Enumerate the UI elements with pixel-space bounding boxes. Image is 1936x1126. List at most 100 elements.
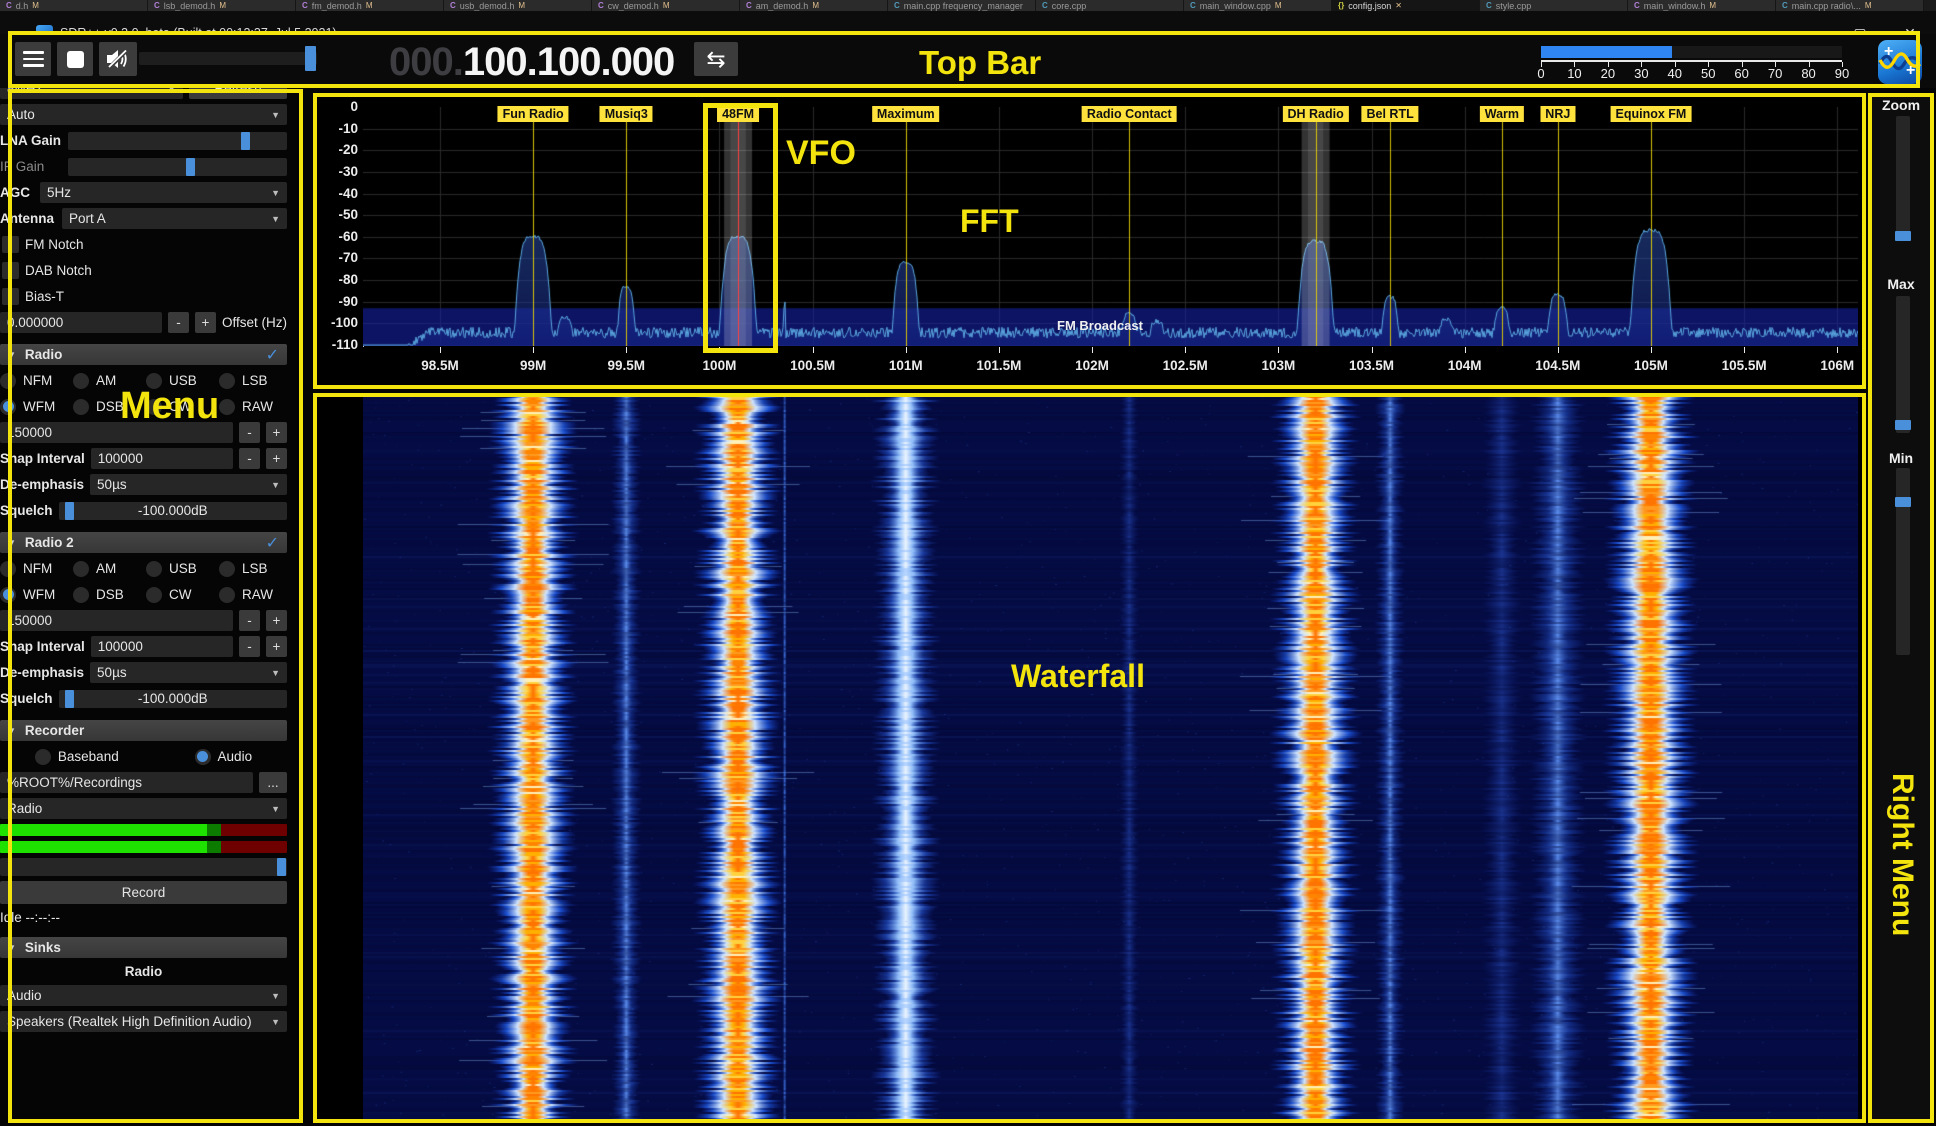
- station-label[interactable]: Maximum: [872, 106, 940, 122]
- mode-NFM[interactable]: NFM: [0, 558, 68, 579]
- radio-button[interactable]: [0, 373, 16, 389]
- radio-button[interactable]: [73, 587, 89, 603]
- mode-DSB[interactable]: DSB: [73, 396, 141, 417]
- editor-tab[interactable]: Cmain.cpp radio\...M: [1776, 0, 1924, 11]
- editor-tab[interactable]: Cam_demod.hM: [740, 0, 888, 11]
- radio-button[interactable]: [219, 561, 235, 577]
- bias-t-checkbox[interactable]: [2, 288, 19, 305]
- vfo-swap-button[interactable]: ⇆: [694, 42, 738, 76]
- titlebar[interactable]: SDR++ v0.3.0_beta (Built at 00:12:37, Ju…: [0, 11, 1936, 34]
- mode-DSB[interactable]: DSB: [73, 584, 141, 605]
- radio-button[interactable]: [219, 399, 235, 415]
- radio-button[interactable]: [73, 399, 89, 415]
- station-label[interactable]: Bel RTL: [1362, 106, 1419, 122]
- station-label[interactable]: DH Radio: [1282, 106, 1348, 122]
- squelch-slider[interactable]: -100.000dB: [59, 690, 287, 708]
- if-gain-handle[interactable]: [186, 158, 195, 176]
- mode-RAW[interactable]: RAW: [219, 396, 287, 417]
- station-label[interactable]: Musiq3: [600, 106, 653, 122]
- fft-plot[interactable]: [363, 107, 1858, 346]
- station-label[interactable]: Fun Radio: [498, 106, 569, 122]
- snap-decrement-button[interactable]: -: [239, 636, 260, 657]
- mode-NFM[interactable]: NFM: [0, 370, 68, 391]
- radio-bandwidth-input[interactable]: 150000: [0, 422, 233, 443]
- sink-device-select[interactable]: Speakers (Realtek High Definition Audio)…: [0, 1011, 287, 1032]
- recorder-stream-select[interactable]: Radio ▼: [0, 798, 287, 819]
- editor-tab[interactable]: {}config.json✕: [1332, 0, 1480, 11]
- lna-gain-slider[interactable]: [68, 132, 287, 150]
- zoom-slider[interactable]: [1896, 116, 1910, 241]
- radio-button[interactable]: [0, 587, 16, 603]
- mode-LSB[interactable]: LSB: [219, 558, 287, 579]
- snap-decrement-button[interactable]: -: [239, 448, 260, 469]
- snap-increment-button[interactable]: +: [266, 448, 287, 469]
- agc-select[interactable]: 5Hz ▼: [40, 182, 287, 203]
- radio-button[interactable]: [219, 373, 235, 389]
- station-label[interactable]: Warm: [1480, 106, 1524, 122]
- radio-button[interactable]: [73, 373, 89, 389]
- recorder-mode-audio[interactable]: Audio: [195, 746, 253, 767]
- radio-button[interactable]: [146, 373, 162, 389]
- mode-LSB[interactable]: LSB: [219, 370, 287, 391]
- gain-mode-select[interactable]: Auto ▼: [0, 104, 287, 125]
- squelch-slider[interactable]: -100.000dB: [59, 502, 287, 520]
- enabled-check-icon[interactable]: ✓: [266, 533, 279, 553]
- menu-toggle-button[interactable]: [15, 42, 51, 76]
- offset-decrement-button[interactable]: -: [168, 312, 189, 333]
- bandwidth-increment-button[interactable]: +: [266, 610, 287, 631]
- frequency-display[interactable]: 000.100.100.000: [389, 40, 674, 84]
- radio-button[interactable]: [0, 561, 16, 577]
- record-button[interactable]: Record: [0, 881, 287, 904]
- editor-tab[interactable]: Cmain_window.cppM: [1184, 0, 1332, 11]
- editor-tab[interactable]: Clsb_demod.hM: [148, 0, 296, 11]
- lna-gain-handle[interactable]: [241, 132, 250, 150]
- fm-notch-checkbox[interactable]: [2, 236, 19, 253]
- snap-interval-input[interactable]: 100000: [91, 636, 233, 657]
- max-slider[interactable]: [1896, 296, 1910, 433]
- recorder-volume-handle[interactable]: [277, 858, 286, 876]
- radio-button[interactable]: [146, 587, 162, 603]
- zoom-slider-handle[interactable]: [1895, 231, 1911, 241]
- station-label[interactable]: NRJ: [1540, 106, 1575, 122]
- radio-button[interactable]: [0, 399, 16, 415]
- offset-increment-button[interactable]: +: [195, 312, 216, 333]
- if-gain-slider[interactable]: [68, 158, 287, 176]
- browse-button[interactable]: ...: [259, 772, 287, 793]
- bandwidth-decrement-button[interactable]: -: [239, 610, 260, 631]
- editor-tab[interactable]: Ccw_demod.hM: [592, 0, 740, 11]
- stop-button[interactable]: [57, 42, 93, 76]
- deemphasis-select[interactable]: 50µs ▼: [90, 474, 287, 495]
- editor-tab[interactable]: Cfm_demod.hM: [296, 0, 444, 11]
- enabled-check-icon[interactable]: ✓: [266, 345, 279, 365]
- recorder-mode-baseband[interactable]: Baseband: [35, 746, 119, 767]
- volume-slider-handle[interactable]: [305, 46, 316, 71]
- bandwidth-increment-button[interactable]: +: [266, 422, 287, 443]
- radio-section-header[interactable]: ▼ Radio ✓: [0, 344, 287, 365]
- station-label[interactable]: 48FM: [717, 106, 759, 122]
- radio2-section-header[interactable]: ▼ Radio 2 ✓: [0, 532, 287, 553]
- editor-tab[interactable]: Cmain.cpp frequency_manager: [888, 0, 1036, 11]
- mode-USB[interactable]: USB: [146, 558, 214, 579]
- volume-slider[interactable]: [139, 52, 317, 65]
- sink-type-select[interactable]: Audio ▼: [0, 985, 287, 1006]
- recording-path-input[interactable]: %ROOT%/Recordings: [0, 772, 253, 793]
- mode-AM[interactable]: AM: [73, 370, 141, 391]
- sinks-section-header[interactable]: ▼ Sinks: [0, 937, 287, 958]
- radio-button[interactable]: [146, 561, 162, 577]
- editor-tab[interactable]: Cmain_window.hM: [1628, 0, 1776, 11]
- max-slider-handle[interactable]: [1895, 420, 1911, 430]
- mute-button[interactable]: [99, 42, 137, 76]
- deemphasis-select[interactable]: 50µs ▼: [90, 662, 287, 683]
- bandwidth-decrement-button[interactable]: -: [239, 422, 260, 443]
- mode-RAW[interactable]: RAW: [219, 584, 287, 605]
- snap-interval-input[interactable]: 100000: [91, 448, 233, 469]
- station-label[interactable]: Radio Contact: [1082, 106, 1177, 122]
- min-slider-handle[interactable]: [1895, 497, 1911, 507]
- radio-button[interactable]: [146, 399, 162, 415]
- station-label[interactable]: Equinox FM: [1611, 106, 1692, 122]
- editor-tab[interactable]: Ccore.cpp: [1036, 0, 1184, 11]
- mode-WFM[interactable]: WFM: [0, 584, 68, 605]
- editor-tab[interactable]: Cd.hM: [0, 0, 148, 11]
- waterfall-plot[interactable]: [363, 396, 1858, 1120]
- mode-CW[interactable]: CW: [146, 584, 214, 605]
